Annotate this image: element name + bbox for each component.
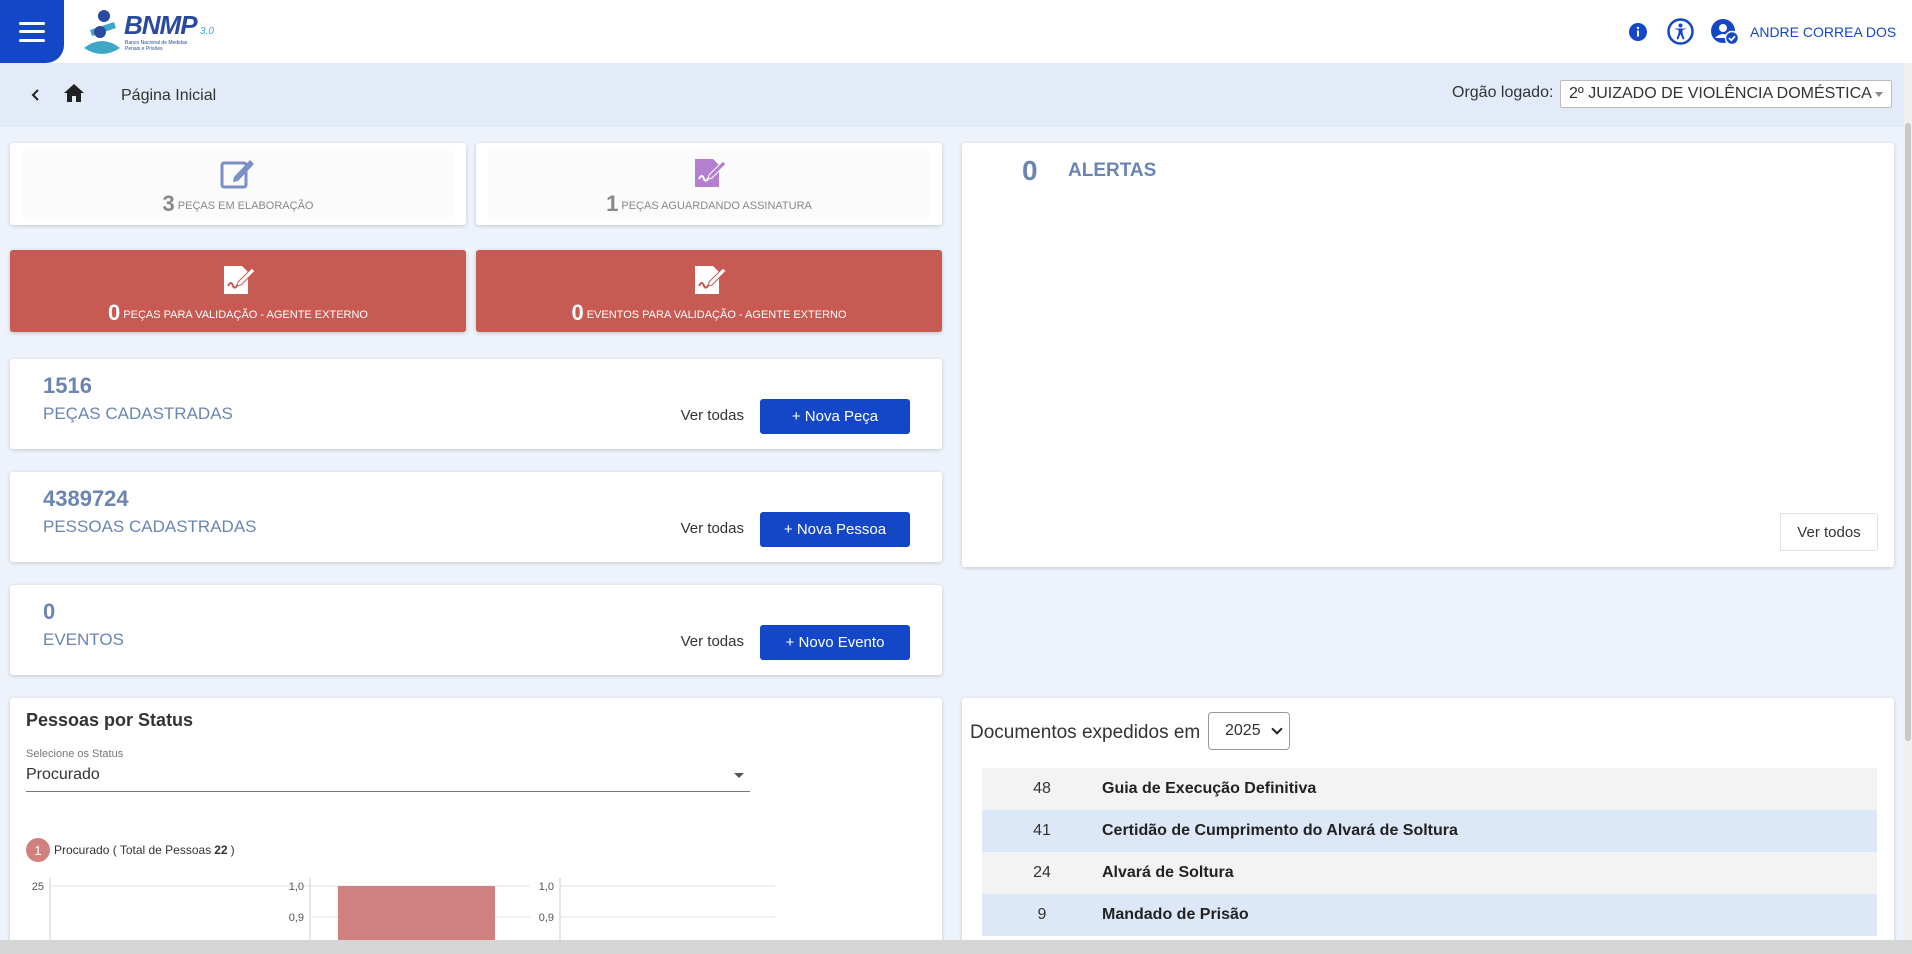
- sign-document-icon: [224, 266, 256, 294]
- pecas-aguardando-card[interactable]: 1 PEÇAS AGUARDANDO ASSINATURA: [476, 143, 942, 225]
- org-select-value: 2º JUIZADO DE VIOLÊNCIA DOMÉSTICA: [1569, 85, 1872, 102]
- logo[interactable]: BNMP 3.0 Banco Nacional de Medidas Penai…: [82, 8, 222, 56]
- logo-icon: [84, 10, 120, 54]
- doc-name: Mandado de Prisão: [1102, 906, 1249, 923]
- legend-total: 22: [214, 843, 228, 857]
- legend-badge: 1: [26, 838, 50, 862]
- accessibility-icon: [1666, 18, 1694, 45]
- documentos-title: Documentos expedidos em: [970, 722, 1201, 743]
- info-button[interactable]: [1628, 22, 1648, 42]
- info-icon: [1629, 22, 1647, 41]
- documentos-table: 48 Guia de Execução Definitiva 41 Certid…: [982, 768, 1877, 936]
- novo-evento-button[interactable]: + Novo Evento: [760, 625, 910, 660]
- pecas-aguardando-text: 1 PEÇAS AGUARDANDO ASSINATURA: [606, 191, 812, 216]
- top-header: BNMP 3.0 Banco Nacional de Medidas Penai…: [0, 0, 1912, 63]
- chart-legend[interactable]: 1 Procurado ( Total de Pessoas 22 ): [26, 838, 235, 862]
- nova-pessoa-button[interactable]: + Nova Pessoa: [760, 512, 910, 547]
- year-select-value: 2025: [1225, 722, 1261, 739]
- status-select-label: Selecione os Status: [26, 748, 124, 760]
- chart-tick-label: 0,9: [539, 912, 554, 924]
- status-panel-title: Pessoas por Status: [26, 710, 194, 730]
- doc-count: 41: [1033, 822, 1051, 839]
- nova-peca-button[interactable]: + Nova Peça: [760, 399, 910, 434]
- chevron-down-icon: [1271, 723, 1283, 735]
- user-menu-button[interactable]: [1710, 18, 1740, 46]
- pecas-label: PEÇAS CADASTRADAS: [43, 404, 233, 423]
- sign-document-icon: [695, 266, 727, 294]
- ver-todos-alertas-button[interactable]: Ver todos: [1780, 513, 1878, 551]
- doc-count: 9: [1037, 906, 1047, 923]
- pessoas-label: PESSOAS CADASTRADAS: [43, 517, 257, 536]
- legend-close: ): [230, 843, 235, 857]
- user-name[interactable]: ANDRE CORREA DOS S...: [1750, 24, 1900, 40]
- year-select[interactable]: 2025: [1208, 712, 1290, 750]
- back-button[interactable]: [26, 85, 46, 105]
- ver-todas-eventos-link[interactable]: Ver todas: [681, 633, 744, 650]
- edit-icon: [220, 160, 254, 189]
- legend-text: Procurado ( Total de Pessoas: [54, 843, 212, 857]
- eventos-card: 0 EVENTOS Ver todas + Novo Evento: [10, 585, 942, 675]
- alertas-count: 0: [1022, 155, 1038, 186]
- status-select[interactable]: Procurado: [26, 766, 750, 792]
- pecas-elaboracao-text: 3 PEÇAS EM ELABORAÇÃO: [162, 191, 314, 216]
- vertical-scrollbar[interactable]: [1904, 63, 1912, 954]
- doc-count: 24: [1033, 864, 1051, 881]
- doc-name: Alvará de Soltura: [1102, 864, 1234, 881]
- logo-text: BNMP: [124, 10, 198, 40]
- table-row[interactable]: 41 Certidão de Cumprimento do Alvará de …: [982, 810, 1877, 852]
- pecas-elaboracao-card[interactable]: 3 PEÇAS EM ELABORAÇÃO: [10, 143, 466, 225]
- eventos-count: 0: [43, 599, 56, 624]
- chart-tick-label: 1,0: [289, 881, 304, 893]
- table-row[interactable]: 9 Mandado de Prisão: [982, 894, 1877, 936]
- eventos-validacao-card[interactable]: 0 EVENTOS PARA VALIDAÇÃO - AGENTE EXTERNO: [476, 250, 942, 332]
- menu-icon: [19, 21, 45, 42]
- pecas-count: 1516: [43, 373, 92, 398]
- user-check-icon: [1711, 18, 1740, 45]
- alertas-label: ALERTAS: [1068, 160, 1157, 181]
- ver-todas-pecas-link[interactable]: Ver todas: [681, 407, 744, 424]
- caret-down-icon: [1875, 92, 1883, 97]
- pessoas-cadastradas-card: 4389724 PESSOAS CADASTRADAS Ver todas + …: [10, 472, 942, 562]
- org-select[interactable]: 2º JUIZADO DE VIOLÊNCIA DOMÉSTICA: [1560, 80, 1892, 108]
- home-button[interactable]: [63, 83, 87, 105]
- breadcrumb-bar: Página Inicial Orgão logado: 2º JUIZADO …: [0, 63, 1912, 127]
- home-icon: [64, 84, 84, 102]
- pessoas-count: 4389724: [43, 486, 129, 511]
- org-label: Orgão logado:: [1452, 84, 1554, 101]
- pecas-cadastradas-card: 1516 PEÇAS CADASTRADAS Ver todas + Nova …: [10, 359, 942, 449]
- logo-version: 3.0: [200, 26, 214, 37]
- chart-tick-label: 25: [32, 881, 44, 893]
- documentos-panel: Documentos expedidos em 2025 48 Guia de …: [962, 698, 1894, 954]
- menu-button[interactable]: [0, 0, 64, 63]
- table-row[interactable]: 48 Guia de Execução Definitiva: [982, 768, 1877, 810]
- table-row[interactable]: 24 Alvará de Soltura: [982, 852, 1877, 894]
- doc-name: Guia de Execução Definitiva: [1102, 780, 1317, 797]
- alertas-panel: 0 ALERTAS Ver todos: [962, 143, 1894, 567]
- caret-down-icon: [734, 773, 744, 778]
- chart-tick-label: 0,9: [289, 912, 304, 924]
- horizontal-scrollbar[interactable]: [0, 940, 1912, 954]
- pecas-validacao-text: 0 PEÇAS PARA VALIDAÇÃO - AGENTE EXTERNO: [108, 300, 368, 325]
- eventos-label: EVENTOS: [43, 630, 124, 649]
- doc-name: Certidão de Cumprimento do Alvará de Sol…: [1102, 822, 1458, 839]
- pessoas-status-panel: Pessoas por Status Selecione os Status P…: [10, 698, 942, 954]
- status-select-value: Procurado: [26, 766, 100, 783]
- chevron-left-icon: [31, 89, 39, 101]
- ver-todas-pessoas-link[interactable]: Ver todas: [681, 520, 744, 537]
- breadcrumb-current: Página Inicial: [121, 87, 217, 104]
- sign-document-icon: [695, 159, 727, 187]
- accessibility-button[interactable]: [1666, 18, 1694, 46]
- doc-count: 48: [1033, 780, 1051, 797]
- eventos-validacao-text: 0 EVENTOS PARA VALIDAÇÃO - AGENTE EXTERNO: [571, 300, 847, 325]
- chart-tick-label: 1,0: [539, 881, 554, 893]
- pecas-validacao-card[interactable]: 0 PEÇAS PARA VALIDAÇÃO - AGENTE EXTERNO: [10, 250, 466, 332]
- logo-subtitle: Banco Nacional de Medidas Penais e Prisõ…: [125, 40, 188, 52]
